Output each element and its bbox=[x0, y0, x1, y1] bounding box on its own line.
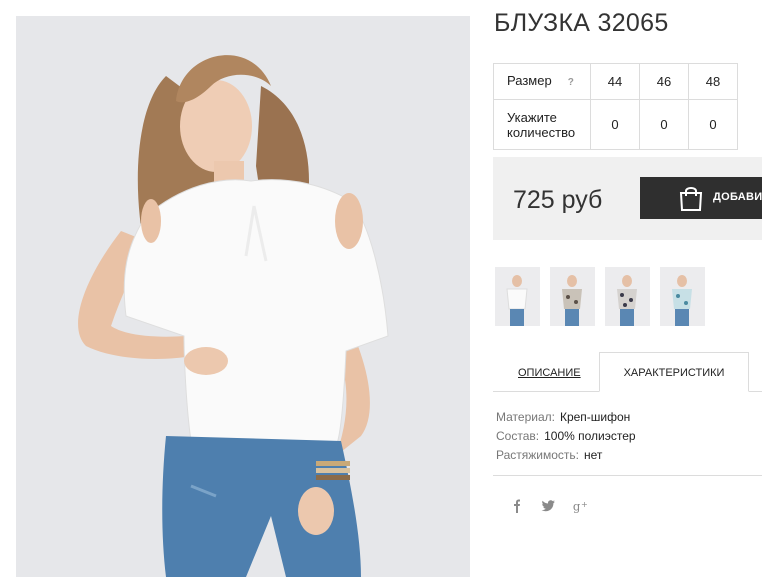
spec-key: Материал: bbox=[496, 410, 555, 424]
quantity-label: Укажите количество bbox=[493, 99, 591, 150]
thumbnail-3[interactable] bbox=[605, 267, 650, 326]
facebook-icon[interactable] bbox=[508, 498, 526, 514]
add-to-cart-button[interactable]: ДОБАВИТЬ В КОРЗИНУ bbox=[640, 177, 762, 219]
size-label-cell: Размер? bbox=[493, 63, 591, 100]
add-to-cart-label: ДОБАВИТЬ В КОРЗИНУ bbox=[713, 191, 762, 203]
size-48: 48 bbox=[688, 63, 738, 100]
help-icon[interactable]: ? bbox=[568, 77, 574, 88]
thumbnail-4[interactable] bbox=[660, 267, 705, 326]
specs-list: Материал: Креп-шифон Состав: 100% полиэсте… bbox=[496, 408, 636, 465]
divider bbox=[493, 475, 762, 476]
spec-row-material: Материал: Креп-шифон bbox=[496, 408, 636, 427]
quantity-input-44[interactable]: 0 bbox=[590, 99, 640, 150]
thumbnail-2[interactable] bbox=[550, 267, 595, 326]
svg-text:g: g bbox=[573, 500, 581, 514]
size-row: Размер? 44 46 48 bbox=[493, 63, 738, 100]
product-tabs: ОПИСАНИЕ ХАРАКТЕРИСТИКИ bbox=[493, 352, 762, 392]
spec-row-composition: Состав: 100% полиэстер bbox=[496, 427, 636, 446]
spec-key: Состав: bbox=[496, 429, 540, 443]
price-box: 725 руб ДОБАВИТЬ В КОРЗИНУ bbox=[493, 157, 762, 240]
shopping-bag-icon bbox=[679, 187, 703, 211]
google-plus-icon[interactable]: g + bbox=[572, 498, 590, 514]
quantity-input-48[interactable]: 0 bbox=[688, 99, 738, 150]
thumbnail-1[interactable] bbox=[495, 267, 540, 326]
size-label: Размер bbox=[507, 73, 552, 88]
spec-value: 100% полиэстер bbox=[544, 429, 636, 443]
size-44: 44 bbox=[590, 63, 640, 100]
spec-row-stretch: Растяжимость: нет bbox=[496, 446, 636, 465]
size-table: Размер? 44 46 48 Укажите количество 0 0 … bbox=[493, 63, 738, 150]
tab-characteristics[interactable]: ХАРАКТЕРИСТИКИ bbox=[599, 352, 749, 392]
size-46: 46 bbox=[639, 63, 689, 100]
tab-description[interactable]: ОПИСАНИЕ bbox=[518, 367, 581, 379]
product-main-image[interactable] bbox=[16, 16, 470, 577]
product-price: 725 руб bbox=[513, 186, 603, 214]
quantity-input-46[interactable]: 0 bbox=[639, 99, 689, 150]
spec-value: Креп-шифон bbox=[559, 410, 631, 424]
twitter-icon[interactable] bbox=[539, 498, 557, 514]
spec-value: нет bbox=[584, 448, 603, 462]
product-title: БЛУЗКА 32065 bbox=[494, 9, 669, 37]
quantity-row: Укажите количество 0 0 0 bbox=[493, 99, 738, 150]
spec-key: Растяжимость: bbox=[496, 448, 580, 462]
svg-text:+: + bbox=[581, 499, 588, 509]
